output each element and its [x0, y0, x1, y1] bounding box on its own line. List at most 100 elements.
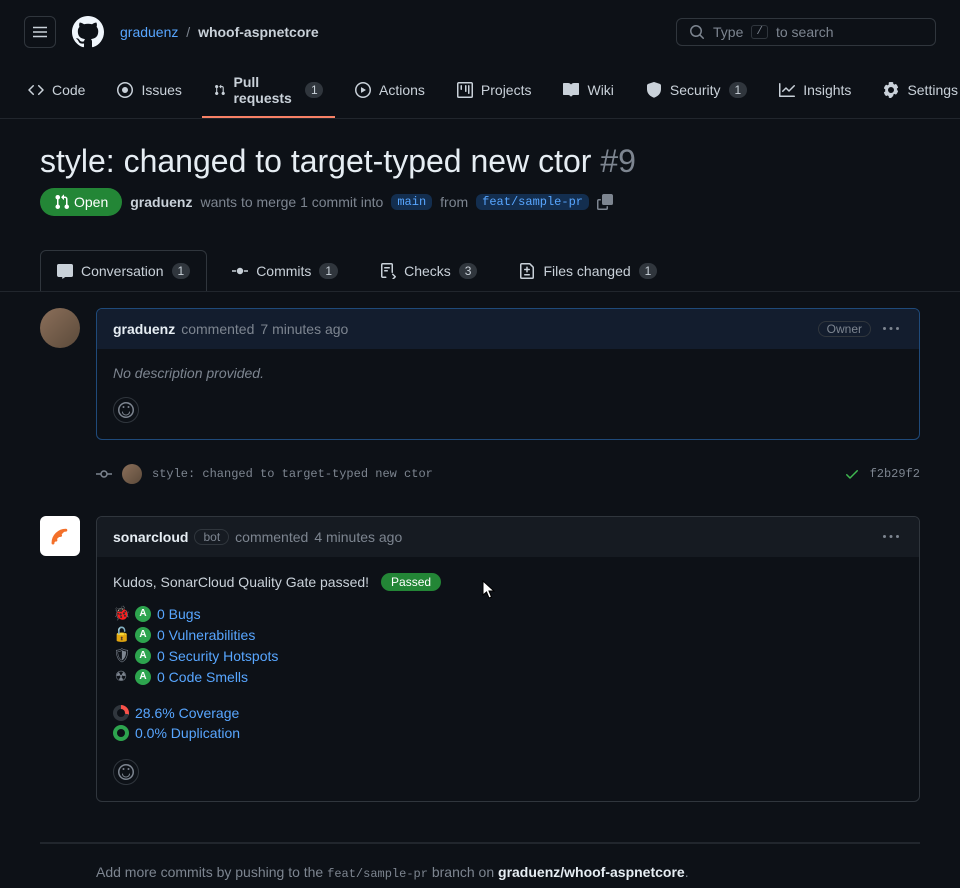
sonar-smells: ☢ A 0 Code Smells	[113, 666, 903, 687]
kebab-icon	[883, 529, 899, 545]
tab-conversation[interactable]: Conversation 1	[40, 250, 207, 291]
kebab-icon	[883, 321, 899, 337]
pull-request-icon	[214, 82, 226, 98]
comment-body: No description provided.	[97, 349, 919, 439]
radiation-icon: ☢	[113, 668, 129, 685]
security-count-badge: 1	[729, 82, 748, 98]
pull-request-icon	[54, 194, 70, 210]
sonarcloud-icon	[46, 522, 74, 550]
hamburger-icon	[32, 24, 48, 40]
sonar-vulns: 🔓 A 0 Vulnerabilities	[113, 624, 903, 645]
shield-icon	[646, 82, 662, 98]
nav-code[interactable]: Code	[16, 72, 97, 110]
nav-wiki[interactable]: Wiki	[551, 72, 625, 110]
comment-icon	[57, 263, 73, 279]
pr-state-badge: Open	[40, 188, 122, 216]
smiley-icon	[118, 764, 134, 780]
avatar[interactable]	[122, 464, 142, 484]
menu-button[interactable]	[24, 16, 56, 48]
coverage-donut-icon	[113, 705, 129, 721]
pr-author[interactable]: graduenz	[130, 194, 192, 210]
tab-commits[interactable]: Commits 1	[215, 250, 355, 291]
bug-icon: 🐞	[113, 605, 129, 622]
search-input[interactable]: Type / to search	[676, 18, 936, 46]
projects-icon	[457, 82, 473, 98]
smiley-icon	[118, 402, 134, 418]
comment-author[interactable]: sonarcloud	[113, 529, 188, 545]
checklist-icon	[380, 263, 396, 279]
comment-header: sonarcloud bot commented 4 minutes ago	[97, 517, 919, 557]
commit-icon	[232, 263, 248, 279]
sonar-metrics: 🐞 A 0 Bugs 🔓 A 0 Vulnerabilities 🛡 A 0 S…	[113, 603, 903, 687]
search-key: /	[751, 25, 768, 39]
comment-menu-button[interactable]	[879, 525, 903, 549]
pr-tabs: Conversation 1 Commits 1 Checks 3 Files …	[0, 250, 960, 292]
breadcrumb-repo[interactable]: whoof-aspnetcore	[198, 24, 319, 40]
insights-icon	[779, 82, 795, 98]
sonar-hotspots: 🛡 A 0 Security Hotspots	[113, 645, 903, 666]
pulls-count-badge: 1	[305, 82, 323, 98]
pr-number: #9	[600, 143, 636, 179]
pr-title: style: changed to target-typed new ctor …	[40, 143, 920, 180]
bot-badge: bot	[194, 529, 229, 545]
comment-time[interactable]: 7 minutes ago	[260, 321, 348, 337]
commit-message[interactable]: style: changed to target-typed new ctor	[152, 467, 834, 481]
avatar[interactable]	[40, 308, 80, 348]
search-prefix: Type	[713, 24, 743, 40]
breadcrumb-owner[interactable]: graduenz	[120, 24, 178, 40]
comment-graduenz: graduenz commented 7 minutes ago Owner N…	[40, 308, 920, 440]
sonar-coverage: 28.6% Coverage	[113, 703, 903, 723]
owner-badge: Owner	[818, 321, 871, 337]
head-branch[interactable]: feat/sample-pr	[476, 194, 589, 210]
lock-icon: 🔓	[113, 626, 129, 643]
tab-files[interactable]: Files changed 1	[502, 250, 674, 291]
nav-projects[interactable]: Projects	[445, 72, 544, 110]
code-icon	[28, 82, 44, 98]
nav-pulls[interactable]: Pull requests 1	[202, 64, 335, 118]
search-icon	[689, 24, 705, 40]
sonar-duplication: 0.0% Duplication	[113, 723, 903, 743]
shield-icon: 🛡	[113, 647, 129, 664]
nav-settings[interactable]: Settings	[871, 72, 960, 110]
nav-insights[interactable]: Insights	[767, 72, 863, 110]
passed-badge: Passed	[381, 573, 441, 591]
add-reaction-button[interactable]	[113, 397, 139, 423]
pr-meta: Open graduenz wants to merge 1 commit in…	[40, 188, 920, 216]
commit-hash[interactable]: f2b29f2	[870, 467, 920, 481]
push-hint-repo[interactable]: graduenz/whoof-aspnetcore	[498, 864, 685, 880]
comment-sonarcloud: sonarcloud bot commented 4 minutes ago K…	[40, 516, 920, 802]
tab-checks[interactable]: Checks 3	[363, 250, 494, 291]
timeline-commit: style: changed to target-typed new ctor …	[40, 456, 920, 492]
issues-icon	[117, 82, 133, 98]
github-logo-icon[interactable]	[72, 16, 104, 48]
nav-issues[interactable]: Issues	[105, 72, 193, 110]
sonar-bugs: 🐞 A 0 Bugs	[113, 603, 903, 624]
actions-icon	[355, 82, 371, 98]
pr-header: style: changed to target-typed new ctor …	[0, 119, 960, 232]
sonar-coverage-block: 28.6% Coverage 0.0% Duplication	[113, 703, 903, 743]
nav-actions[interactable]: Actions	[343, 72, 437, 110]
file-diff-icon	[519, 263, 535, 279]
gear-icon	[883, 82, 899, 98]
timeline: graduenz commented 7 minutes ago Owner N…	[0, 292, 960, 834]
comment-body: Kudos, SonarCloud Quality Gate passed! P…	[97, 557, 919, 801]
app-header: graduenz / whoof-aspnetcore Type / to se…	[0, 0, 960, 64]
comment-time[interactable]: 4 minutes ago	[314, 529, 402, 545]
comment-menu-button[interactable]	[879, 317, 903, 341]
comment-header: graduenz commented 7 minutes ago Owner	[97, 309, 919, 349]
nav-security[interactable]: Security 1	[634, 72, 759, 110]
base-branch[interactable]: main	[391, 194, 432, 210]
add-reaction-button[interactable]	[113, 759, 139, 785]
check-icon[interactable]	[844, 466, 860, 482]
push-hint: Add more commits by pushing to the feat/…	[40, 842, 920, 888]
breadcrumb-separator: /	[186, 24, 190, 40]
comment-box: sonarcloud bot commented 4 minutes ago K…	[96, 516, 920, 802]
copy-icon[interactable]	[597, 194, 613, 210]
wiki-icon	[563, 82, 579, 98]
search-placeholder: to search	[776, 24, 834, 40]
comment-box: graduenz commented 7 minutes ago Owner N…	[96, 308, 920, 440]
avatar[interactable]	[40, 516, 80, 556]
comment-author[interactable]: graduenz	[113, 321, 175, 337]
duplication-donut-icon	[113, 725, 129, 741]
sonar-kudos: Kudos, SonarCloud Quality Gate passed!	[113, 574, 369, 590]
